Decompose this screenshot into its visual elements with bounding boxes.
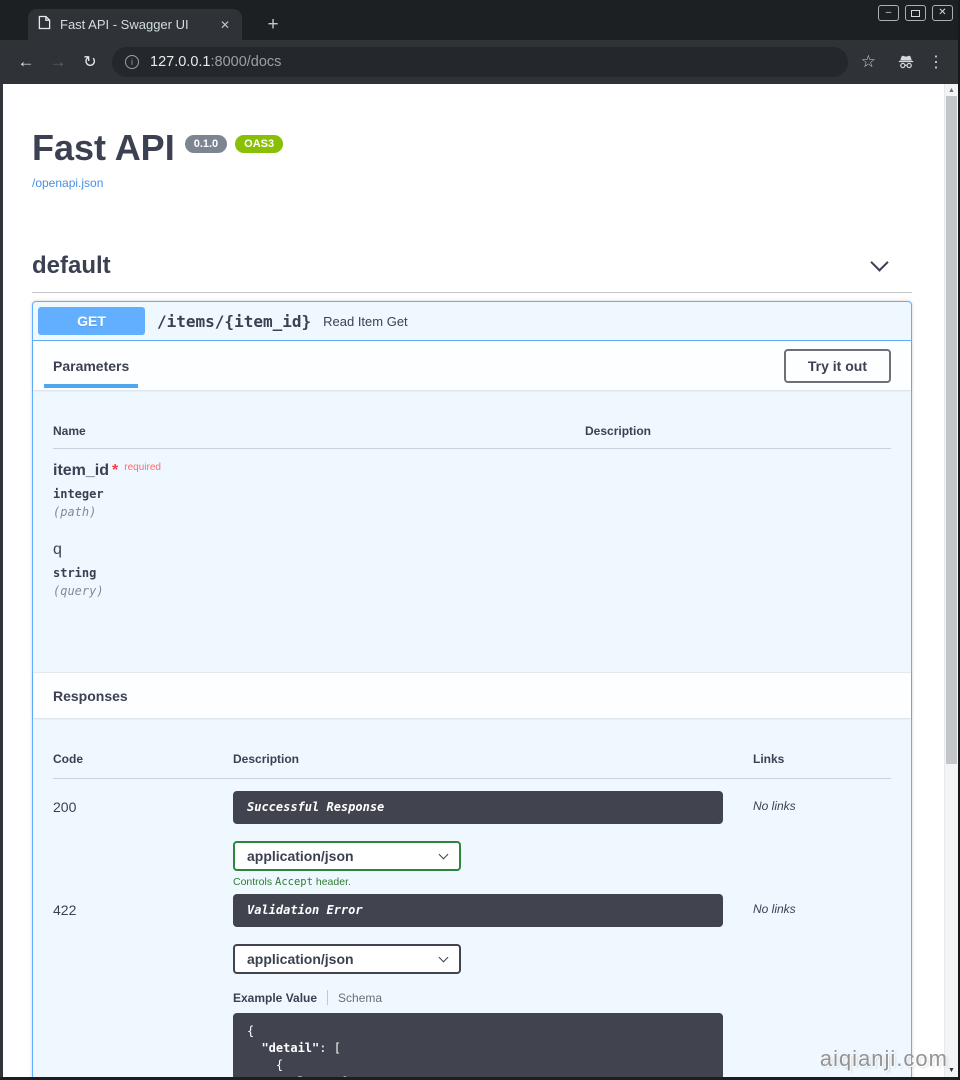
browser-toolbar: ← → ↻ i 127.0.0.1:8000/docs ☆ ⋮ <box>0 40 960 84</box>
browser-tab[interactable]: Fast API - Swagger UI ✕ <box>28 9 242 40</box>
tab-close-icon[interactable]: ✕ <box>218 18 232 32</box>
scrollbar-thumb[interactable] <box>946 96 957 764</box>
api-title-row: Fast API 0.1.0 OAS3 <box>32 128 912 168</box>
col-header-description: Description <box>585 424 891 449</box>
close-button[interactable]: ✕ <box>932 5 953 21</box>
response-row-422: 422 Validation Error application/json Ex… <box>53 888 891 1080</box>
responses-table: Code Description Links 200 Successful Re… <box>33 718 911 1080</box>
media-type-select[interactable]: application/json <box>233 944 461 974</box>
tab-separator <box>327 990 329 1005</box>
favicon-page-icon <box>38 15 51 35</box>
response-description-box: Successful Response <box>233 791 723 824</box>
parameters-header: Parameters Try it out <box>33 341 911 390</box>
incognito-icon <box>896 52 916 77</box>
maximize-button[interactable] <box>905 5 926 21</box>
api-info: Fast API 0.1.0 OAS3 /openapi.json <box>32 84 912 192</box>
browser-chrome: Fast API - Swagger UI ✕ + – ✕ ← → ↻ i 12… <box>0 0 960 84</box>
back-icon[interactable]: ← <box>10 52 42 72</box>
url-bar[interactable]: i 127.0.0.1:8000/docs <box>112 47 848 77</box>
http-method-badge: GET <box>38 307 145 335</box>
tag-title: default <box>32 252 111 279</box>
media-type-value: application/json <box>247 951 354 967</box>
col-header-name: Name <box>53 424 585 449</box>
tag-divider <box>32 292 912 293</box>
tab-example-value[interactable]: Example Value <box>233 991 317 1005</box>
required-label: required <box>124 462 161 473</box>
minimize-button[interactable]: – <box>878 5 899 21</box>
new-tab-button[interactable]: + <box>261 13 285 37</box>
parameter-row-item-id: item_id * required integer (path) <box>53 462 891 519</box>
api-badges: 0.1.0 OAS3 <box>184 135 284 153</box>
operation-summary-text: Read Item Get <box>323 313 408 329</box>
try-it-out-button[interactable]: Try it out <box>783 348 891 383</box>
openapi-spec-link[interactable]: /openapi.json <box>32 176 103 190</box>
window-controls: – ✕ <box>878 5 953 21</box>
url-path: :8000/docs <box>210 54 282 70</box>
chevron-down-icon[interactable] <box>870 252 889 272</box>
parameter-type: integer <box>53 487 104 501</box>
url-host: 127.0.0.1 <box>150 54 211 70</box>
parameter-name: q <box>53 541 62 558</box>
browser-menu-icon[interactable]: ⋮ <box>928 52 944 72</box>
responses-header: Responses <box>33 672 911 718</box>
opblock-get: GET /items/{item_id} Read Item Get Param… <box>32 301 912 1080</box>
response-row-200: 200 Successful Response application/json… <box>53 779 891 888</box>
parameter-location: (query) <box>53 584 104 598</box>
scroll-up-icon[interactable]: ▲ <box>945 84 958 96</box>
example-code-block: { "detail": [ { "loc": [ "string" <box>233 1013 723 1080</box>
window-frame-left <box>0 84 3 1080</box>
title-bar: Fast API - Swagger UI ✕ + – ✕ <box>0 0 960 40</box>
response-description-box: Validation Error <box>233 894 723 927</box>
parameter-location: (path) <box>53 505 97 519</box>
responses-title: Responses <box>53 687 128 704</box>
oas3-badge: OAS3 <box>235 135 284 153</box>
media-type-select[interactable]: application/json <box>233 841 461 871</box>
tag-section-header[interactable]: default <box>32 252 912 280</box>
reload-icon[interactable]: ↻ <box>74 52 106 72</box>
accept-header-note: Controls Accept header. <box>233 876 351 888</box>
model-example-tabs: Example Value Schema <box>233 990 753 1005</box>
col-header-description: Description <box>233 752 300 766</box>
col-header-code: Code <box>53 752 83 766</box>
maximize-icon <box>911 9 920 17</box>
tab-title: Fast API - Swagger UI <box>60 17 189 32</box>
media-type-value: application/json <box>247 848 354 864</box>
response-links: No links <box>753 799 796 813</box>
parameters-table: Name Description item_id * required intege… <box>33 390 911 672</box>
operation-summary[interactable]: GET /items/{item_id} Read Item Get <box>33 302 911 341</box>
version-badge: 0.1.0 <box>184 135 228 153</box>
chevron-down-icon <box>438 849 449 859</box>
parameter-row-q: q string (query) <box>53 541 891 598</box>
parameter-name: item_id <box>53 462 110 479</box>
chevron-down-icon <box>438 952 449 962</box>
forward-icon[interactable]: → <box>42 52 74 72</box>
tab-schema[interactable]: Schema <box>338 991 382 1005</box>
response-links: No links <box>753 902 796 916</box>
watermark: aiqianji.com <box>819 1046 948 1071</box>
col-header-links: Links <box>753 752 785 766</box>
bookmark-star-icon[interactable]: ☆ <box>861 52 876 72</box>
parameter-type: string <box>53 566 97 580</box>
required-star: * <box>112 462 119 479</box>
page-viewport: Fast API 0.1.0 OAS3 /openapi.json defaul… <box>0 84 958 1080</box>
response-code: 200 <box>53 799 77 815</box>
tab-parameters[interactable]: Parameters <box>43 358 139 388</box>
operation-path: /items/{item_id} <box>157 311 312 331</box>
page-title: Fast API <box>32 127 175 168</box>
scrollbar[interactable]: ▲ ▼ <box>944 84 958 1077</box>
url-text: 127.0.0.1:8000/docs <box>150 54 281 70</box>
site-info-icon[interactable]: i <box>125 55 139 69</box>
response-code: 422 <box>53 902 77 918</box>
